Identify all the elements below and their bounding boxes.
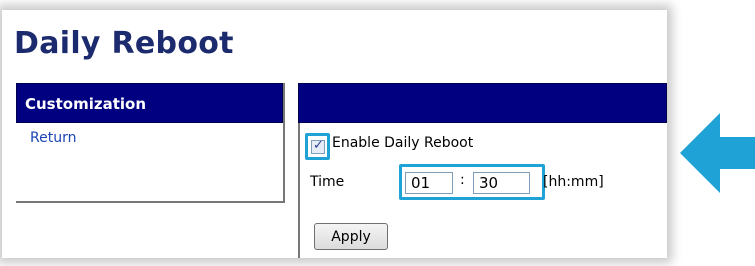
time-format-hint: [hh:mm] [543,174,604,190]
settings-panel: ✓ Enable Daily Reboot Time : [hh:mm] App… [298,83,667,258]
settings-row: ✓ Enable Daily Reboot Time : [hh:mm] [298,123,667,215]
hours-input[interactable] [405,172,453,194]
apply-row: Apply [298,214,667,258]
check-icon: ✓ [313,138,324,153]
checkbox-highlight: ✓ [305,133,330,160]
arrow-left-icon [680,113,755,193]
time-highlight: : [399,164,545,200]
page-title: Daily Reboot [14,26,234,61]
sidebar: Customization Return [16,83,285,203]
screenshot-panel: Daily Reboot Customization Return ✓ Enab… [2,10,667,258]
time-separator: : [460,172,465,188]
enable-daily-reboot-label: Enable Daily Reboot [332,135,474,151]
apply-button[interactable]: Apply [314,223,388,250]
minutes-input[interactable] [473,172,530,194]
time-label: Time [310,174,345,190]
sidebar-item-return[interactable]: Return [16,123,283,146]
enable-daily-reboot-checkbox[interactable]: ✓ [311,138,325,154]
panel-header [298,83,667,123]
sidebar-header: Customization [16,83,283,123]
